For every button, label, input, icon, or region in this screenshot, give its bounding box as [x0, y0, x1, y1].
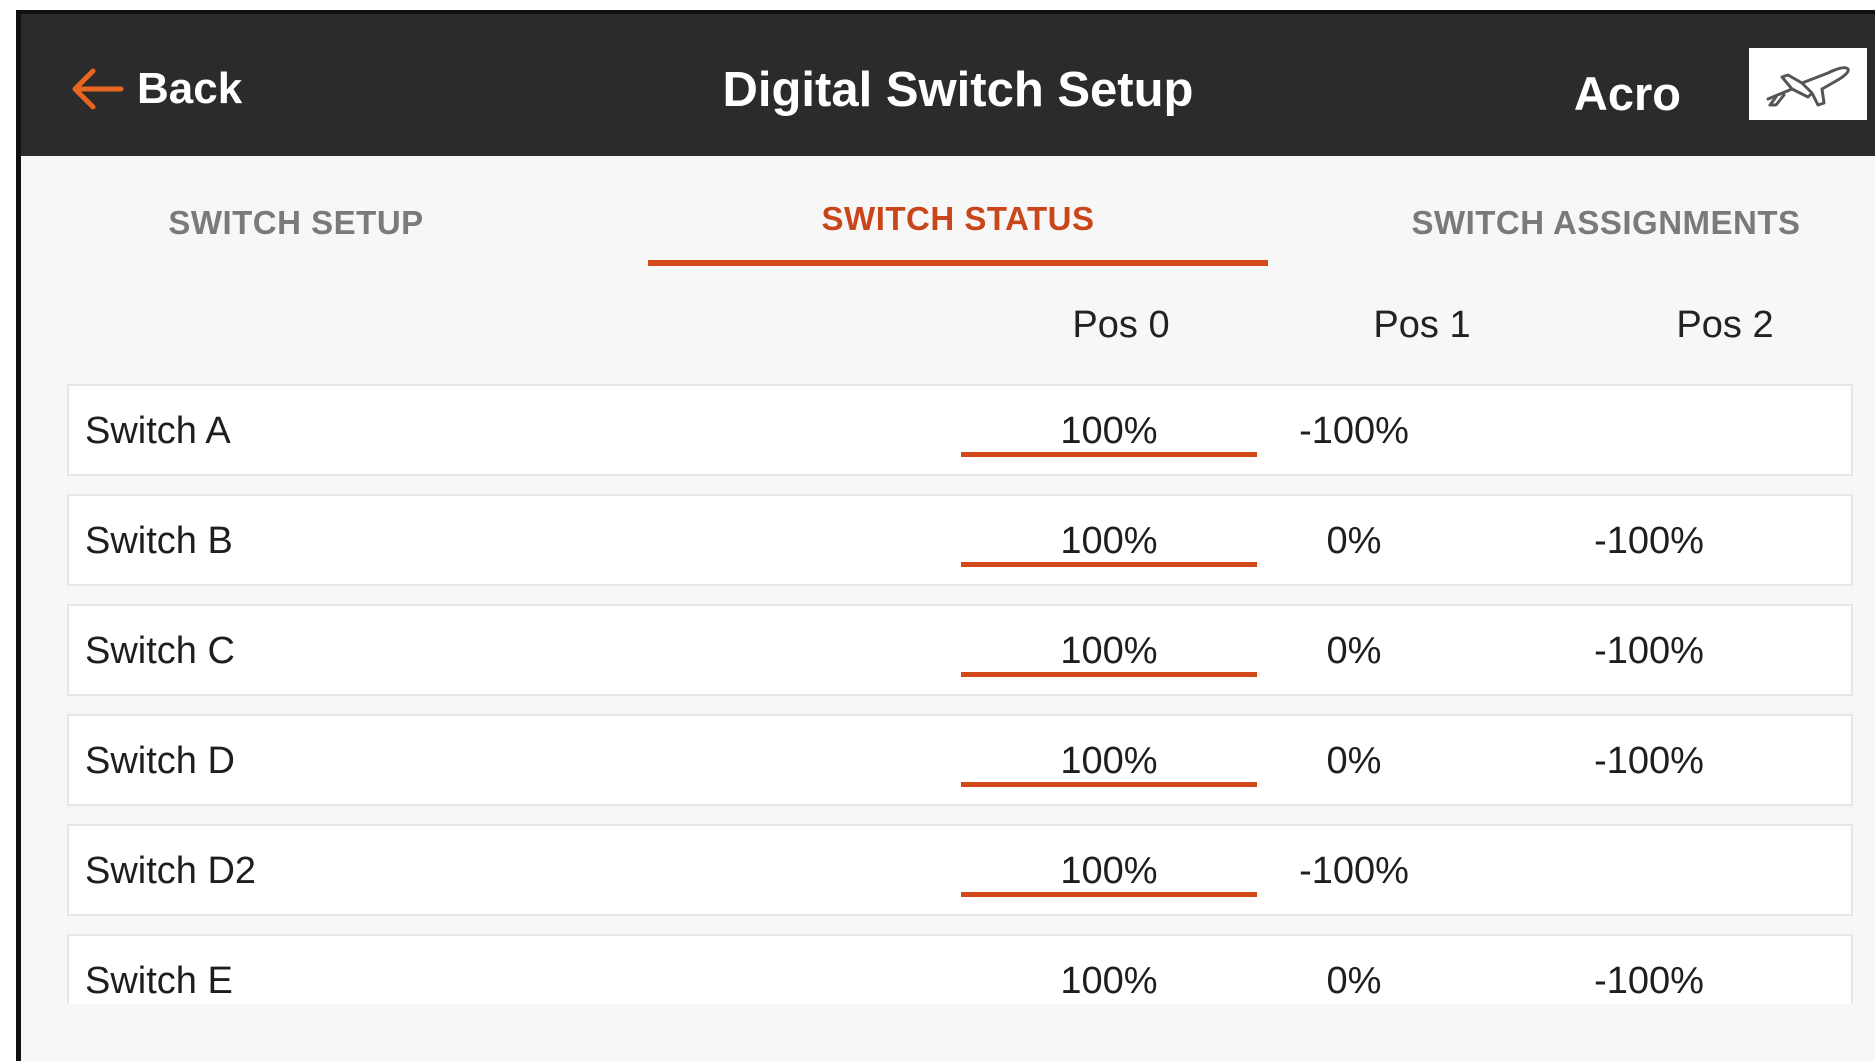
pos2-value: -100% [1594, 740, 1704, 782]
pos2-value: -100% [1594, 520, 1704, 562]
pos1-value: 0% [1326, 740, 1382, 782]
pos0-value: 100% [1060, 630, 1158, 672]
pos1-value: -100% [1299, 410, 1409, 452]
model-name: Acro [1573, 67, 1681, 120]
switch-name: Switch D2 [85, 850, 257, 892]
switch-name: Switch B [85, 520, 233, 562]
pos2-value: -100% [1594, 630, 1704, 672]
switch-row[interactable]: Switch A 100% -100% [67, 384, 1853, 476]
switch-name: Switch E [85, 960, 233, 1002]
tab-switch-status[interactable]: SWITCH STATUS [648, 200, 1268, 238]
pos0-value: 100% [1060, 520, 1158, 562]
switch-row[interactable]: Switch B 100% 0% -100% [67, 494, 1853, 586]
pos0-value: 100% [1060, 850, 1158, 892]
pos1-value: 0% [1326, 960, 1382, 1002]
switch-name: Switch A [85, 410, 231, 452]
tab-switch-assignments[interactable]: SWITCH ASSIGNMENTS [1321, 204, 1875, 242]
column-header-pos0: Pos 0 [1072, 304, 1170, 346]
pos0-value: 100% [1060, 410, 1158, 452]
tab-bar: SWITCH SETUP SWITCH STATUS SWITCH ASSIGN… [21, 156, 1875, 276]
active-tab-indicator [648, 260, 1268, 266]
pos1-value: -100% [1299, 850, 1409, 892]
switch-name: Switch C [85, 630, 235, 672]
switch-row[interactable]: Switch C 100% 0% -100% [67, 604, 1853, 696]
device-screen: Back Digital Switch Setup Acro SWITCH SE… [16, 10, 1875, 1061]
column-header-pos2: Pos 2 [1676, 304, 1774, 346]
column-header-pos1: Pos 1 [1373, 304, 1471, 346]
active-position-indicator [961, 892, 1257, 897]
pos0-value: 100% [1060, 740, 1158, 782]
active-position-indicator [961, 562, 1257, 567]
switch-name: Switch D [85, 740, 235, 782]
switch-row[interactable]: Switch E 100% 0% -100% [67, 934, 1853, 1004]
airplane-icon [1766, 66, 1850, 107]
switch-row[interactable]: Switch D2 100% -100% [67, 824, 1853, 916]
active-position-indicator [961, 452, 1257, 457]
active-position-indicator [961, 672, 1257, 677]
tab-switch-setup[interactable]: SWITCH SETUP [81, 204, 511, 242]
model-type-button[interactable] [1749, 48, 1867, 120]
active-position-indicator [961, 782, 1257, 787]
pos1-value: 0% [1326, 630, 1382, 672]
pos2-value: -100% [1594, 960, 1704, 1002]
pos0-value: 100% [1060, 960, 1158, 1002]
switch-row[interactable]: Switch D 100% 0% -100% [67, 714, 1853, 806]
screen-frame: Back Digital Switch Setup Acro SWITCH SE… [0, 0, 1875, 1061]
pos1-value: 0% [1326, 520, 1382, 562]
header-bar: Back Digital Switch Setup Acro [21, 14, 1875, 156]
switch-list: Switch A 100% -100% Switch B 100% 0% -10… [67, 384, 1857, 1004]
